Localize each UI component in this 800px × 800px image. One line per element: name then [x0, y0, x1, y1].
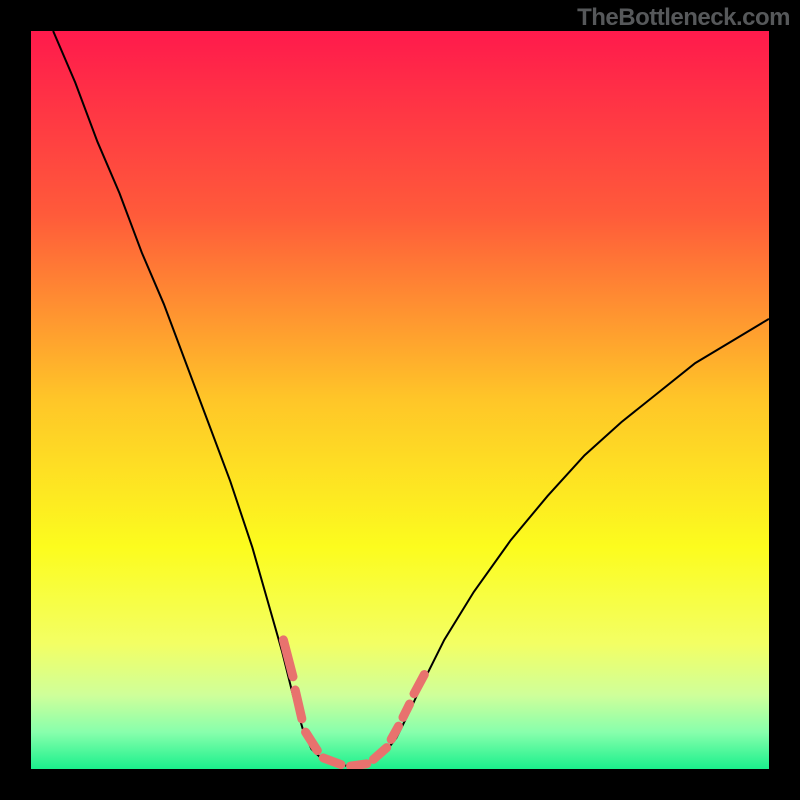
chart-svg	[31, 31, 769, 769]
watermark-text: TheBottleneck.com	[577, 4, 790, 32]
highlight-dashes-segment	[403, 704, 410, 717]
gradient-background	[31, 31, 769, 769]
highlight-dashes-segment	[323, 758, 341, 765]
chart-plot-area	[31, 31, 769, 769]
highlight-dashes-segment	[351, 764, 367, 766]
